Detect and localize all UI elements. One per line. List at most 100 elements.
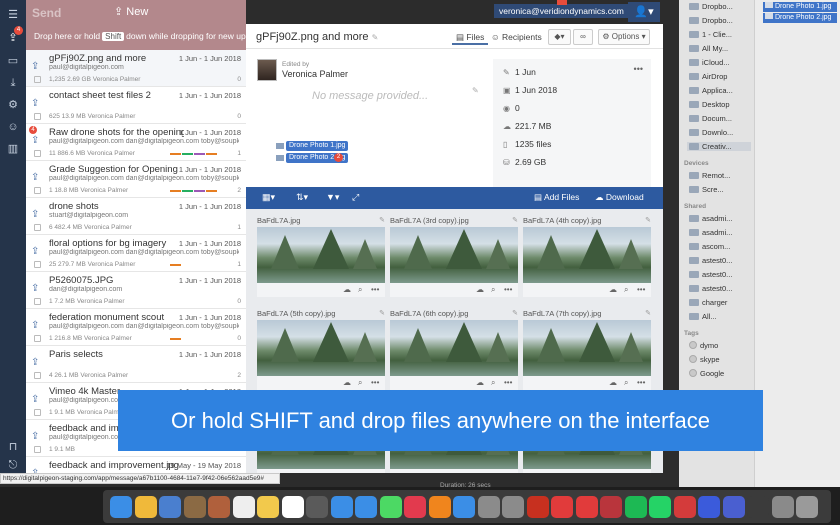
finder-sidebar-item[interactable]: All My... [689, 44, 753, 53]
dock-app-icon[interactable] [502, 496, 524, 518]
dock-app-icon[interactable] [281, 496, 304, 518]
file-tile[interactable]: BaFdL7A (5th copy).jpg ✎ ☁ ⌕ ••• [257, 307, 385, 395]
tab-recipients[interactable]: ☺ Recipients [487, 29, 546, 45]
dock-app-icon[interactable] [722, 496, 745, 518]
finder-sidebar-item[interactable]: Dropbo... [689, 16, 753, 25]
cloud-download-icon[interactable]: ☁ [609, 285, 617, 294]
cloud-download-icon[interactable]: ☁ [476, 471, 484, 473]
logout-icon[interactable]: ⎋ [6, 458, 20, 472]
dock-app-icon[interactable] [208, 496, 230, 518]
finder-sidebar-item[interactable]: Scre... [689, 185, 753, 194]
dock-app-icon[interactable] [306, 496, 328, 518]
finder-file[interactable]: Drone Photo 2.jpg [763, 13, 837, 23]
finder-sidebar-item[interactable]: dymo [689, 341, 753, 350]
more-icon[interactable]: ••• [371, 285, 379, 294]
options-button[interactable]: ⚙ Options ▾ [598, 29, 650, 45]
user-menu-button[interactable]: 👤▾ [628, 2, 660, 22]
dock-app-icon[interactable] [477, 496, 500, 518]
list-item[interactable]: ⇪ gPFj90Z.png and more 1 Jun - 1 Jun 2018 p… [26, 50, 246, 87]
cloud-download-icon[interactable]: ☁ [476, 285, 484, 294]
link-button[interactable]: ∞ [573, 29, 593, 45]
finder-sidebar-item[interactable]: AirDrop [689, 72, 753, 81]
list-item[interactable]: ⇪ Paris selects 1 Jun - 1 Jun 2018 4 26.1 M… [26, 346, 246, 383]
dock-app-icon[interactable] [673, 496, 696, 518]
dock-app-icon[interactable] [771, 496, 794, 518]
finder-sidebar-item[interactable]: Desktop [689, 100, 753, 109]
send-tab[interactable]: Send [32, 6, 61, 20]
download-icon[interactable]: ⤓ [6, 76, 20, 90]
finder-sidebar-item[interactable]: Creativ... [687, 142, 751, 151]
more-icon[interactable]: ••• [637, 285, 645, 294]
file-tile[interactable]: BaFdL7A (3rd copy).jpg ✎ ☁ ⌕ ••• [390, 214, 518, 302]
grid-view-icon[interactable]: ▦▾ [262, 192, 275, 203]
cloud-download-icon[interactable]: ☁ [476, 378, 484, 387]
dock-app-icon[interactable] [698, 496, 720, 518]
finder-sidebar-item[interactable]: asadmi... [689, 214, 753, 223]
more-icon[interactable]: ••• [504, 471, 512, 473]
edit-icon[interactable]: ✎ [379, 216, 385, 224]
cloud-download-icon[interactable]: ☁ [609, 471, 617, 473]
add-files-button[interactable]: ▤ Add Files [534, 192, 579, 203]
gear-icon[interactable]: ⚙ [6, 98, 20, 112]
dock-app-icon[interactable] [183, 496, 206, 518]
select-checkbox[interactable] [34, 372, 41, 379]
finder-sidebar-item[interactable]: All... [689, 312, 753, 321]
edit-icon[interactable]: ✎ [645, 216, 651, 224]
finder-sidebar-item[interactable]: iCloud... [689, 58, 753, 67]
dock-app-icon[interactable] [355, 496, 377, 518]
finder-sidebar-item[interactable]: charger [689, 298, 753, 307]
file-tile[interactable]: BaFdL7A.jpg ✎ ☁ ⌕ ••• [257, 214, 385, 302]
dock-app-icon[interactable] [624, 496, 647, 518]
more-icon[interactable]: ••• [504, 285, 512, 294]
select-checkbox[interactable] [34, 150, 41, 157]
select-checkbox[interactable] [34, 409, 41, 416]
cloud-download-icon[interactable]: ☁ [343, 378, 351, 387]
finder-sidebar-item[interactable]: skype [689, 355, 753, 364]
select-checkbox[interactable] [34, 224, 41, 231]
menu-icon[interactable]: ☰ [6, 8, 20, 22]
cloud-download-icon[interactable]: ☁ [343, 471, 351, 473]
finder-sidebar-item[interactable]: astest0... [689, 270, 753, 279]
finder-sidebar-item[interactable]: Applica... [689, 86, 753, 95]
more-icon[interactable]: ••• [634, 64, 643, 74]
select-checkbox[interactable] [34, 446, 41, 453]
more-icon[interactable]: ••• [504, 378, 512, 387]
file-thumbnail[interactable] [523, 320, 651, 376]
dock-app-icon[interactable] [551, 496, 573, 518]
select-checkbox[interactable] [34, 298, 41, 305]
file-tile[interactable]: BaFdL7A (4th copy).jpg ✎ ☁ ⌕ ••• [523, 214, 651, 302]
file-thumbnail[interactable] [390, 320, 518, 376]
zoom-icon[interactable]: ⌕ [624, 285, 628, 295]
file-thumbnail[interactable] [523, 227, 651, 283]
dock-app-icon[interactable] [796, 496, 818, 518]
finder-sidebar-item[interactable]: astest0... [689, 256, 753, 265]
dock-app-icon[interactable] [747, 496, 769, 518]
list-item[interactable]: ⇪ federation monument scout 1 Jun - 1 Jun … [26, 309, 246, 346]
finder-sidebar-item[interactable]: astest0... [689, 284, 753, 293]
zoom-icon[interactable]: ⌕ [491, 471, 495, 473]
zoom-icon[interactable]: ⌕ [491, 285, 495, 295]
finder-file[interactable]: Drone Photo 1.jpg [763, 2, 837, 12]
list-item[interactable]: ⇪ P5260075.JPG 1 Jun - 1 Jun 2018 dan@digit… [26, 272, 246, 309]
list-item[interactable]: ⇪ 4 Raw drone shots for the opening 1 Jun -… [26, 124, 246, 161]
dock-app-icon[interactable] [232, 496, 255, 518]
dock-app-icon[interactable] [159, 496, 181, 518]
zoom-icon[interactable]: ⌕ [358, 285, 362, 295]
select-checkbox[interactable] [34, 261, 41, 268]
edit-icon[interactable]: ✎ [372, 33, 379, 42]
tab-files[interactable]: ▤ Files [452, 29, 489, 45]
dock-app-icon[interactable] [379, 496, 402, 518]
dock-app-icon[interactable] [575, 496, 598, 518]
more-icon[interactable]: ••• [371, 471, 379, 473]
zoom-icon[interactable]: ⌕ [624, 471, 628, 473]
finder-sidebar-item[interactable]: 1 - Clie... [689, 30, 753, 39]
file-thumbnail[interactable] [257, 320, 385, 376]
filter-icon[interactable]: ▼▾ [326, 192, 339, 203]
dock-app-icon[interactable] [600, 496, 622, 518]
dock-app-icon[interactable] [453, 496, 475, 518]
more-icon[interactable]: ••• [637, 378, 645, 387]
zoom-icon[interactable]: ⌕ [358, 378, 362, 388]
finder-sidebar-item[interactable]: Remot... [689, 171, 753, 180]
finder-sidebar-item[interactable]: Dropbo... [689, 2, 753, 11]
new-button[interactable]: ⇪ New [114, 5, 148, 18]
